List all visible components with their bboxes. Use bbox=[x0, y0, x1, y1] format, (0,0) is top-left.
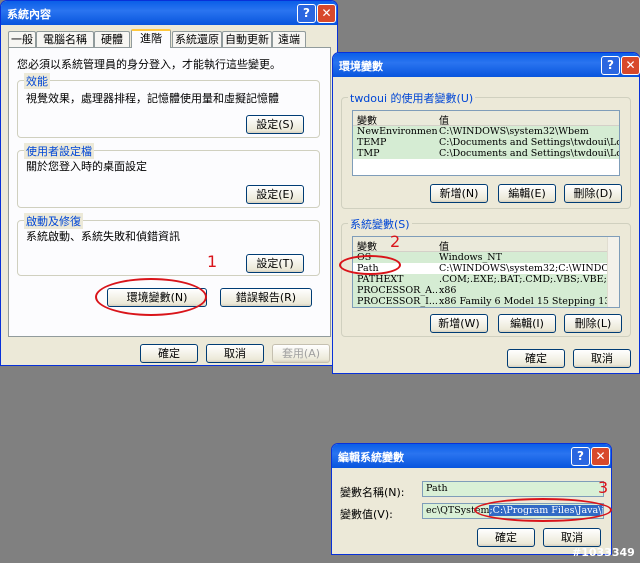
delete-system-variable-button[interactable]: 刪除(L) bbox=[564, 314, 622, 333]
edit-system-variable-button[interactable]: 編輯(I) bbox=[498, 314, 556, 333]
user-profiles-description: 關於您登入時的桌面設定 bbox=[26, 160, 147, 173]
table-row[interactable]: PROCESSOR_I... x86 Family 6 Model 15 Ste… bbox=[353, 296, 619, 307]
variable-name: PROCESSOR_I... bbox=[357, 296, 437, 307]
tab-hardware[interactable]: 硬體 bbox=[94, 31, 130, 47]
variable-name: TMP bbox=[357, 148, 380, 159]
environment-variables-titlebar[interactable]: 環境變數 ? ✕ bbox=[333, 53, 640, 77]
cancel-button[interactable]: 取消 bbox=[543, 528, 601, 547]
variable-name: TEMP bbox=[357, 137, 387, 148]
edit-user-variable-button[interactable]: 編輯(E) bbox=[498, 184, 556, 203]
user-profiles-legend: 使用者設定檔 bbox=[24, 143, 94, 159]
vertical-scrollbar[interactable] bbox=[607, 237, 619, 307]
performance-description: 視覺效果，處理器排程，記憶體使用量和虛擬記憶體 bbox=[26, 92, 279, 105]
variable-name: NewEnvironment2 bbox=[357, 126, 437, 137]
column-header-variable[interactable]: 變數 bbox=[357, 238, 377, 253]
annotation-number-2: 2 bbox=[390, 232, 401, 251]
cancel-button[interactable]: 取消 bbox=[573, 349, 631, 368]
user-profiles-group: 使用者設定檔 關於您登入時的桌面設定 設定(E) bbox=[17, 143, 320, 208]
system-variables-legend: 系統變數(S) bbox=[348, 216, 412, 232]
table-row[interactable]: NewEnvironment2 C:\WINDOWS\system32\Wbem bbox=[353, 126, 619, 137]
new-user-variable-button[interactable]: 新增(N) bbox=[430, 184, 488, 203]
annotation-circle-path-row bbox=[339, 255, 401, 275]
admin-intro-text: 您必須以系統管理員的身分登入，才能執行這些變更。 bbox=[17, 58, 281, 71]
variable-value: C:\WINDOWS\system32\Wbem bbox=[439, 126, 589, 137]
variable-value: x86 Family 6 Model 15 Stepping 13, Gen..… bbox=[439, 296, 609, 307]
variable-value: x86 bbox=[439, 285, 457, 296]
apply-button[interactable]: 套用(A) bbox=[272, 344, 330, 363]
error-reporting-button[interactable]: 錯誤報告(R) bbox=[220, 288, 312, 307]
variable-value: C:\WINDOWS\system32;C:\WINDOWS;... bbox=[439, 263, 609, 274]
tab-general[interactable]: 一般 bbox=[8, 31, 36, 47]
table-row[interactable]: TEMP C:\Documents and Settings\twdoui\Lo… bbox=[353, 137, 619, 148]
window-title: 系統內容 bbox=[7, 8, 51, 21]
table-row[interactable]: PATHEXT .COM;.EXE;.BAT;.CMD;.VBS;.VBE;.J… bbox=[353, 274, 619, 285]
help-icon[interactable]: ? bbox=[297, 4, 316, 23]
variable-value: .COM;.EXE;.BAT;.CMD;.VBS;.VBE;.JS;... bbox=[439, 274, 609, 285]
delete-user-variable-button[interactable]: 刪除(D) bbox=[564, 184, 622, 203]
variable-name-value: Path bbox=[426, 483, 448, 494]
variable-name: PROCESSOR_A... bbox=[357, 285, 437, 296]
user-variables-list[interactable]: 變數 值 NewEnvironment2 C:\WINDOWS\system32… bbox=[352, 110, 620, 176]
tab-automatic-updates[interactable]: 自動更新 bbox=[222, 31, 272, 47]
annotation-circle-path-value bbox=[474, 498, 612, 522]
variable-name-label: 變數名稱(N): bbox=[340, 486, 405, 499]
help-icon[interactable]: ? bbox=[601, 56, 620, 75]
startup-recovery-settings-button[interactable]: 設定(T) bbox=[246, 254, 304, 273]
cancel-button[interactable]: 取消 bbox=[206, 344, 264, 363]
system-properties-titlebar[interactable]: 系統內容 ? ✕ bbox=[1, 1, 337, 25]
close-icon[interactable]: ✕ bbox=[591, 447, 610, 466]
performance-legend: 效能 bbox=[24, 73, 50, 89]
list-header: 變數 值 bbox=[353, 111, 619, 127]
annotation-number-1: 1 bbox=[207, 252, 218, 271]
column-header-value[interactable]: 值 bbox=[439, 238, 449, 253]
tab-computer-name[interactable]: 電腦名稱 bbox=[36, 31, 94, 47]
user-profiles-settings-button[interactable]: 設定(E) bbox=[246, 185, 304, 204]
startup-recovery-description: 系統啟動、系統失敗和偵錯資訊 bbox=[26, 230, 180, 243]
edit-system-variable-titlebar[interactable]: 編輯系統變數 ? ✕ bbox=[332, 444, 611, 468]
system-variables-group: 系統變數(S) 變數 值 OS Windows_NT Path C:\WINDO… bbox=[341, 216, 631, 337]
variable-name: PATHEXT bbox=[357, 274, 404, 285]
table-row[interactable]: TMP C:\Documents and Settings\twdoui\Loc… bbox=[353, 148, 619, 159]
tab-advanced[interactable]: 進階 bbox=[131, 29, 171, 48]
variable-value-label: 變數值(V): bbox=[340, 508, 393, 521]
annotation-number-3: 3 bbox=[598, 478, 609, 497]
variable-value: Windows_NT bbox=[439, 252, 502, 263]
startup-recovery-group: 啟動及修復 系統啟動、系統失敗和偵錯資訊 設定(T) bbox=[17, 213, 320, 276]
variable-value: C:\Documents and Settings\twdoui\Local .… bbox=[439, 148, 619, 159]
performance-settings-button[interactable]: 設定(S) bbox=[246, 115, 304, 134]
ok-button[interactable]: 確定 bbox=[507, 349, 565, 368]
window-title: 環境變數 bbox=[339, 60, 383, 73]
close-icon[interactable]: ✕ bbox=[621, 56, 640, 75]
environment-variables-window: 環境變數 ? ✕ twdoui 的使用者變數(U) 變數 值 NewEnviro… bbox=[332, 52, 640, 374]
ok-button[interactable]: 確定 bbox=[140, 344, 198, 363]
tab-remote[interactable]: 遠端 bbox=[272, 31, 306, 47]
close-icon[interactable]: ✕ bbox=[317, 4, 336, 23]
new-system-variable-button[interactable]: 新增(W) bbox=[430, 314, 488, 333]
variable-value: C:\Documents and Settings\twdoui\Local .… bbox=[439, 137, 619, 148]
watermark: #1033349 bbox=[572, 546, 635, 559]
startup-recovery-legend: 啟動及修復 bbox=[24, 213, 83, 229]
tab-system-restore[interactable]: 系統還原 bbox=[172, 31, 222, 47]
window-title: 編輯系統變數 bbox=[338, 451, 404, 464]
column-header-value[interactable]: 值 bbox=[439, 112, 449, 127]
help-icon[interactable]: ? bbox=[571, 447, 590, 466]
column-header-variable[interactable]: 變數 bbox=[357, 112, 377, 127]
variable-name-input[interactable]: Path bbox=[422, 481, 604, 497]
user-variables-legend: twdoui 的使用者變數(U) bbox=[348, 90, 476, 106]
table-row[interactable]: PROCESSOR_A... x86 bbox=[353, 285, 619, 296]
performance-group: 效能 視覺效果，處理器排程，記憶體使用量和虛擬記憶體 設定(S) bbox=[17, 73, 320, 138]
ok-button[interactable]: 確定 bbox=[477, 528, 535, 547]
user-variables-group: twdoui 的使用者變數(U) 變數 值 NewEnvironment2 C:… bbox=[341, 90, 631, 209]
annotation-circle-env-button bbox=[95, 278, 207, 316]
